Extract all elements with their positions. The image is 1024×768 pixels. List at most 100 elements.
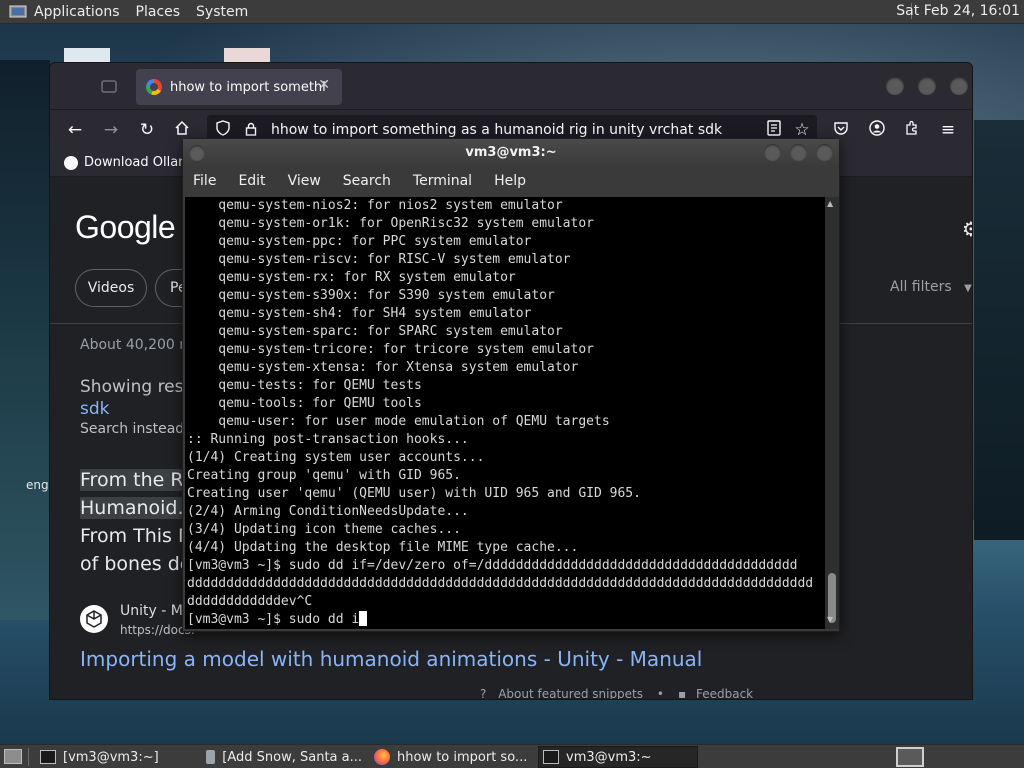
terminal-line: qemu-system-ppc: for PPC system emulator: [187, 234, 532, 249]
terminal-line: qemu-system-sparc: for SPARC system emul…: [187, 324, 563, 339]
terminal-line: qemu-system-sh4: for SH4 system emulator: [187, 306, 532, 321]
terminal-window-controls: [755, 144, 833, 161]
terminal-icon: [40, 750, 56, 764]
source-site-name[interactable]: Unity - Ma: [120, 603, 191, 619]
terminal-line: qemu-system-or1k: for OpenRisc32 system …: [187, 216, 594, 231]
minimize-button[interactable]: [886, 77, 904, 95]
terminal-menu-search[interactable]: Search: [343, 173, 391, 189]
desktop-icon-label: eng: [26, 478, 49, 492]
wallpaper-trees-right: [974, 120, 1024, 540]
taskbar-item-label: [vm3@vm3:~]: [63, 749, 159, 765]
terminal-line: qemu-system-xtensa: for Xtensa system em…: [187, 360, 579, 375]
terminal-line: qemu-system-rx: for RX system emulator: [187, 270, 516, 285]
taskbar-item-terminal-active[interactable]: vm3@vm3:~: [538, 746, 698, 768]
prompt-text: [vm3@vm3 ~]$ sudo dd i: [187, 612, 360, 627]
tracking-protection-icon[interactable]: [215, 120, 233, 140]
taskbar-item-terminal-minimized[interactable]: [vm3@vm3:~]: [36, 746, 196, 768]
terminal-cursor: [359, 611, 368, 626]
tab-google-search[interactable]: hhow to import something as a humanoid r…: [136, 69, 342, 105]
scroll-up-icon[interactable]: ▲: [827, 199, 833, 208]
terminal-prompt-line: [vm3@vm3 ~]$ sudo dd i: [187, 611, 825, 629]
chip-videos[interactable]: Videos: [75, 269, 147, 307]
terminal-menu-file[interactable]: File: [193, 173, 216, 189]
bookmark-star-icon[interactable]: ☆: [792, 120, 812, 140]
forward-icon[interactable]: →: [101, 120, 121, 140]
result-title-link[interactable]: Importing a model with humanoid animatio…: [80, 647, 702, 671]
bottom-taskbar: [vm3@vm3:~] [Add Snow, Santa a... hhow t…: [0, 744, 1024, 768]
terminal-line: ddddddddddddev^C: [187, 594, 313, 609]
feedback-link[interactable]: ▪ Feedback: [678, 687, 754, 700]
terminal-line: qemu-system-nios2: for nios2 system emul…: [187, 198, 563, 213]
tab-close-icon[interactable]: ✕: [318, 77, 330, 93]
taskbar-item-label: [Add Snow, Santa a...: [222, 749, 362, 765]
terminal-line: (3/4) Updating icon theme caches...: [187, 522, 461, 537]
all-filters-button[interactable]: All filters ▼: [890, 279, 972, 295]
terminal-menu-help[interactable]: Help: [494, 173, 526, 189]
account-icon[interactable]: [867, 120, 887, 141]
terminal-maximize-button[interactable]: [790, 144, 807, 161]
terminal-line: dddddddddddddddddddddddddddddddddddddddd…: [187, 576, 814, 591]
feedback-icon: ▪: [678, 687, 687, 700]
scroll-down-icon[interactable]: ▼: [827, 615, 833, 624]
unity-logo-icon: [80, 605, 108, 633]
taskbar-item-label: vm3@vm3:~: [566, 749, 652, 765]
snippet-line: Humanoid.: [80, 497, 184, 519]
terminal-line: (2/4) Arming ConditionNeedsUpdate...: [187, 504, 469, 519]
firefox-icon: [374, 749, 390, 765]
menu-places[interactable]: Places: [136, 4, 181, 20]
url-text: hhow to import something as a humanoid r…: [271, 122, 723, 138]
back-icon[interactable]: ←: [65, 120, 85, 140]
all-filters-label: All filters: [890, 279, 952, 295]
menu-system[interactable]: System: [196, 4, 248, 20]
terminal-close-button[interactable]: [816, 144, 833, 161]
about-snippets-label: About featured snippets: [498, 687, 644, 700]
terminal-line: qemu-tools: for QEMU tools: [187, 396, 422, 411]
about-featured-snippets[interactable]: ? About featured snippets •: [480, 687, 664, 700]
menu-applications[interactable]: Applications: [34, 4, 120, 20]
terminal-menu-terminal[interactable]: Terminal: [413, 173, 472, 189]
terminal-menu-view[interactable]: View: [288, 173, 321, 189]
applications-icon[interactable]: [8, 3, 28, 21]
show-desktop-icon[interactable]: [4, 749, 22, 764]
terminal-line: qemu-system-tricore: for tricore system …: [187, 342, 594, 357]
help-icon: ?: [480, 687, 487, 700]
terminal-menu-edit[interactable]: Edit: [238, 173, 265, 189]
terminal-line: [vm3@vm3 ~]$ sudo dd if=/dev/zero of=/dd…: [187, 558, 798, 573]
google-favicon-icon: [146, 79, 162, 95]
window-controls: [872, 77, 968, 95]
reload-icon[interactable]: ↻: [137, 120, 157, 140]
clock[interactable]: Sat Feb 24, 16:01: [896, 3, 1020, 19]
lock-icon[interactable]: [245, 122, 259, 139]
google-logo[interactable]: Google: [75, 209, 176, 246]
snippet-line: From the Ri: [80, 469, 189, 491]
taskbar-item-files[interactable]: [Add Snow, Santa a...: [202, 746, 362, 768]
workspace-switcher[interactable]: [896, 747, 924, 767]
firefox-view-icon[interactable]: [88, 73, 128, 101]
extensions-icon[interactable]: [902, 120, 922, 141]
taskbar-item-firefox[interactable]: hhow to import so...: [370, 746, 530, 768]
wallpaper-trees-left: [0, 60, 50, 620]
hamburger-menu-icon[interactable]: ≡: [938, 120, 958, 140]
terminal-line: qemu-system-riscv: for RISC-V system emu…: [187, 252, 571, 267]
dot-separator: •: [656, 687, 664, 700]
terminal-window: vm3@vm3:~ File Edit View Search Terminal…: [182, 138, 840, 632]
settings-gear-icon[interactable]: ⚙: [962, 217, 972, 241]
caret-down-icon: ▼: [964, 283, 972, 294]
terminal-title: vm3@vm3:~: [465, 145, 557, 160]
terminal-scrollbar[interactable]: ▲ ▼: [825, 197, 839, 629]
snippet-line: From This M: [80, 525, 195, 547]
feedback-label: Feedback: [695, 687, 754, 700]
terminal-titlebar[interactable]: vm3@vm3:~: [183, 139, 839, 167]
terminal-output[interactable]: qemu-system-nios2: for nios2 system emul…: [185, 197, 825, 629]
terminal-line: Creating group 'qemu' with GID 965.: [187, 468, 461, 483]
corrected-query-link[interactable]: sdk: [80, 399, 110, 419]
taskbar-separator: [28, 748, 29, 766]
window-menu-button[interactable]: [189, 145, 205, 161]
terminal-minimize-button[interactable]: [764, 144, 781, 161]
close-button[interactable]: [950, 77, 968, 95]
search-instead-text[interactable]: Search instead: [80, 421, 184, 437]
maximize-button[interactable]: [918, 77, 936, 95]
terminal-line: (1/4) Creating system user accounts...: [187, 450, 485, 465]
terminal-icon: [543, 750, 559, 764]
terminal-line: :: Running post-transaction hooks...: [187, 432, 469, 447]
